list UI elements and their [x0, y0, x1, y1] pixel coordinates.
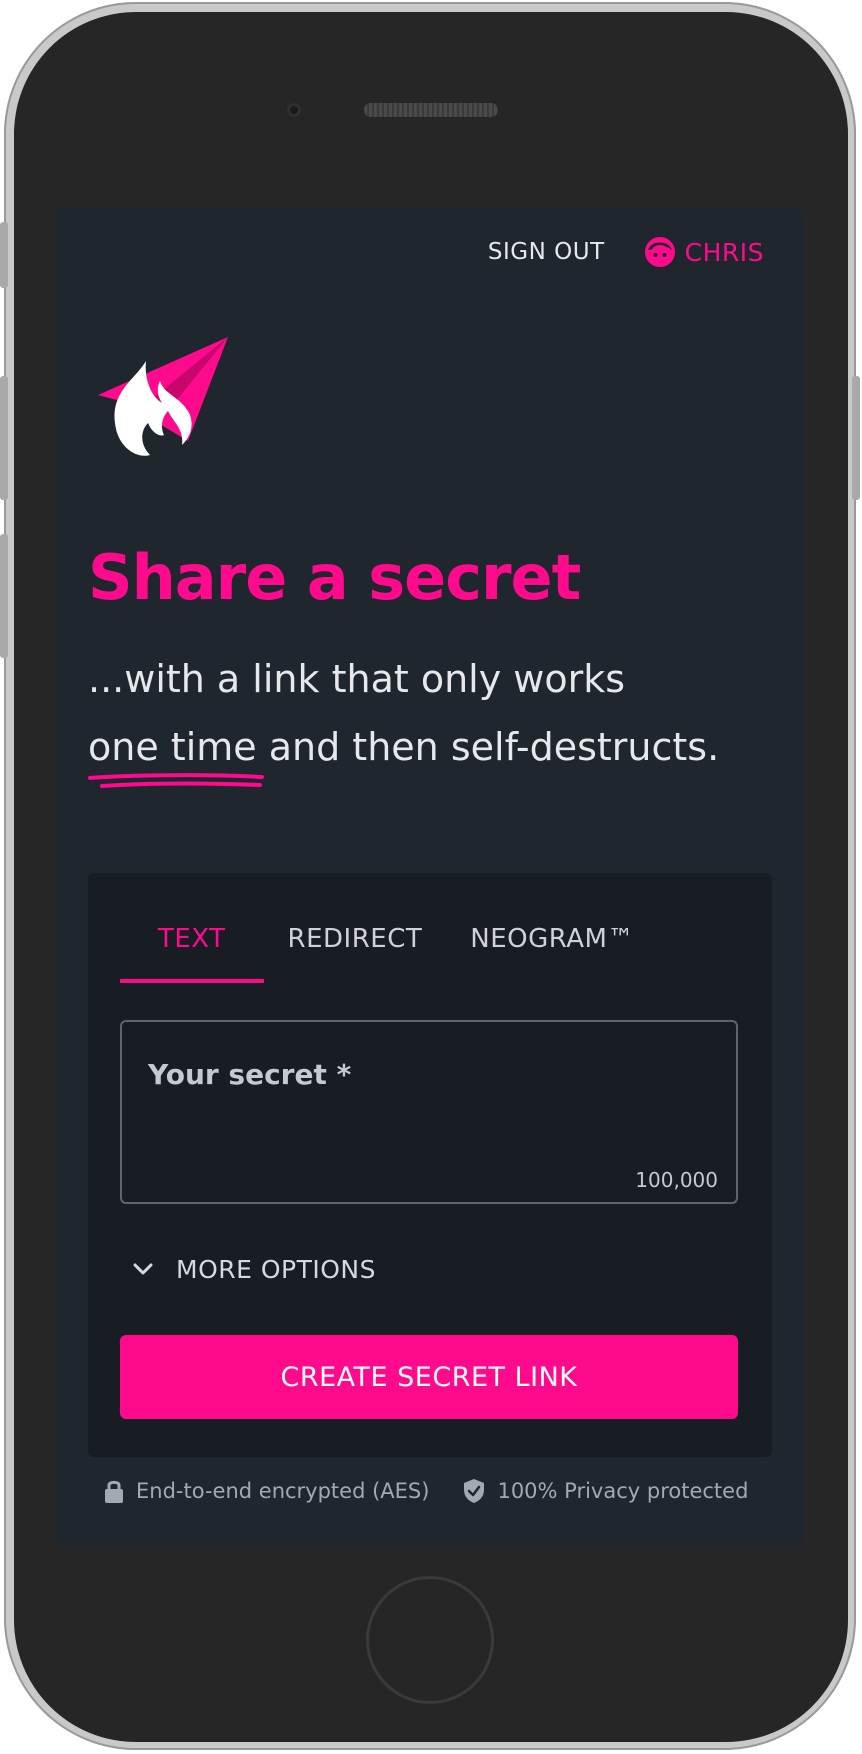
secret-input-label: Your secret *	[148, 1058, 352, 1091]
phone-mute-switch	[0, 222, 8, 288]
encryption-text: End-to-end encrypted (AES)	[136, 1479, 430, 1503]
privacy-text: 100% Privacy protected	[497, 1479, 749, 1503]
lock-icon	[105, 1480, 123, 1503]
tab-text[interactable]: TEXT	[120, 901, 264, 983]
phone-volume-down	[0, 534, 8, 658]
phone-power-button	[852, 376, 860, 500]
sign-out-link[interactable]: SIGN OUT	[488, 239, 605, 265]
top-nav: SIGN OUT CHRIS	[488, 229, 764, 275]
mode-tabs: TEXT REDIRECT NEOGRAM™	[120, 901, 658, 983]
secret-form-card: TEXT REDIRECT NEOGRAM™ Your secret * 100…	[88, 873, 772, 1457]
subtitle-rest: and then self-destructs.	[256, 725, 720, 769]
app-screen: SIGN OUT CHRIS Share a secret ...with a …	[54, 209, 804, 1545]
page-subtitle: ...with a link that only works one time …	[88, 645, 778, 781]
privacy-badge: 100% Privacy protected	[463, 1478, 748, 1504]
tab-neogram[interactable]: NEOGRAM™	[446, 901, 658, 977]
subtitle-highlight: one time	[88, 725, 257, 769]
character-limit: 100,000	[635, 1168, 718, 1192]
subtitle-line1: ...with a link that only works	[88, 657, 626, 701]
scribble-underline	[88, 773, 264, 788]
camera-icon	[287, 103, 301, 117]
phone-volume-up	[0, 376, 8, 500]
secret-input[interactable]: Your secret * 100,000	[120, 1020, 738, 1204]
more-options-toggle[interactable]: MORE OPTIONS	[132, 1249, 376, 1289]
logo-icon	[98, 337, 228, 456]
chevron-down-icon	[133, 1263, 153, 1275]
create-secret-link-button[interactable]: CREATE SECRET LINK	[120, 1335, 738, 1419]
face-icon	[644, 237, 675, 267]
page-title: Share a secret	[88, 541, 581, 614]
home-button[interactable]	[366, 1576, 494, 1704]
security-badges: End-to-end encrypted (AES) 100% Privacy …	[104, 1475, 748, 1507]
username-label: CHRIS	[684, 237, 764, 267]
user-menu[interactable]: CHRIS	[643, 235, 764, 269]
speaker-grille	[364, 103, 498, 117]
encryption-badge: End-to-end encrypted (AES)	[104, 1478, 429, 1504]
more-options-label: MORE OPTIONS	[176, 1254, 377, 1284]
tab-redirect[interactable]: REDIRECT	[264, 901, 447, 977]
shield-check-icon	[464, 1479, 485, 1503]
